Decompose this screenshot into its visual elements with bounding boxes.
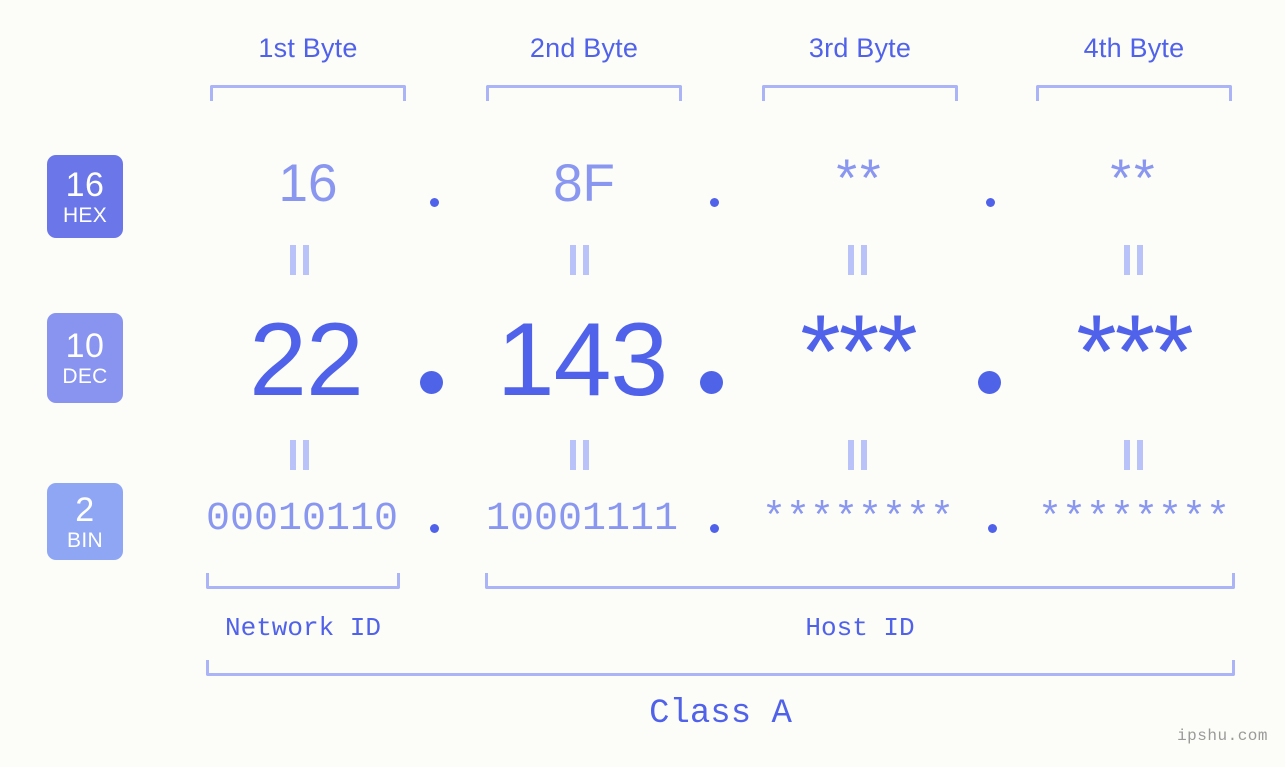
- equals-mark-decbin-2: [570, 440, 589, 470]
- byte-bracket-4: [1036, 85, 1232, 101]
- byte-header-3: 3rd Byte: [808, 33, 912, 63]
- base-badge-bin-number: 2: [75, 490, 95, 529]
- equals-mark-hexdec-4: [1124, 245, 1143, 275]
- equals-mark-hexdec-2: [570, 245, 589, 275]
- dec-byte-2-value: 143: [496, 302, 669, 418]
- dec-byte-4-value: ***: [1076, 294, 1193, 410]
- base-badge-dec-number: 10: [65, 327, 105, 365]
- ip-address-breakdown-diagram: 1st Byte 2nd Byte 3rd Byte 4th Byte 16 H…: [0, 0, 1285, 767]
- dec-separator-2: [700, 371, 723, 394]
- hex-separator-3: [986, 198, 995, 207]
- base-badge-hex: 16 HEX: [47, 155, 123, 238]
- hex-byte-1-value: 16: [278, 154, 338, 213]
- site-watermark: ipshu.com: [1177, 727, 1268, 745]
- bin-separator-1: [430, 524, 439, 533]
- base-badge-bin: 2 BIN: [47, 483, 123, 560]
- base-badge-dec-label: DEC: [62, 365, 108, 388]
- byte-bracket-3: [762, 85, 958, 101]
- byte-bracket-2: [486, 85, 682, 101]
- dec-separator-1: [420, 371, 443, 394]
- equals-mark-decbin-4: [1124, 440, 1143, 470]
- host-id-bracket: [485, 573, 1235, 589]
- hex-separator-2: [710, 198, 719, 207]
- bin-byte-3-value: ********: [761, 497, 955, 542]
- base-badge-hex-label: HEX: [62, 203, 108, 227]
- base-badge-bin-label: BIN: [67, 528, 103, 552]
- dec-byte-1-value: 22: [249, 302, 364, 418]
- equals-mark-decbin-1: [290, 440, 309, 470]
- hex-separator-1: [430, 198, 439, 207]
- base-badge-dec: 10 DEC: [47, 313, 123, 403]
- dec-separator-3: [978, 371, 1001, 394]
- equals-mark-hexdec-3: [848, 245, 867, 275]
- network-id-label: Network ID: [224, 613, 382, 643]
- bin-separator-3: [988, 524, 997, 533]
- byte-header-2: 2nd Byte: [529, 33, 639, 63]
- byte-header-1: 1st Byte: [258, 33, 358, 63]
- host-id-label: Host ID: [805, 613, 915, 643]
- byte-header-4: 4th Byte: [1083, 33, 1185, 63]
- hex-byte-2-value: 8F: [553, 154, 615, 213]
- network-id-bracket: [206, 573, 400, 589]
- bin-byte-1-value: 00010110: [205, 497, 399, 542]
- bin-separator-2: [710, 524, 719, 533]
- equals-mark-decbin-3: [848, 440, 867, 470]
- dec-byte-3-value: ***: [800, 294, 917, 410]
- class-bracket: [206, 660, 1235, 676]
- class-label: Class A: [649, 695, 792, 733]
- hex-byte-3-value: **: [836, 149, 884, 208]
- hex-byte-4-value: **: [1110, 149, 1158, 208]
- bin-byte-4-value: ********: [1037, 497, 1231, 542]
- equals-mark-hexdec-1: [290, 245, 309, 275]
- bin-byte-2-value: 10001111: [485, 497, 679, 542]
- byte-bracket-1: [210, 85, 406, 101]
- base-badge-hex-number: 16: [65, 165, 105, 204]
